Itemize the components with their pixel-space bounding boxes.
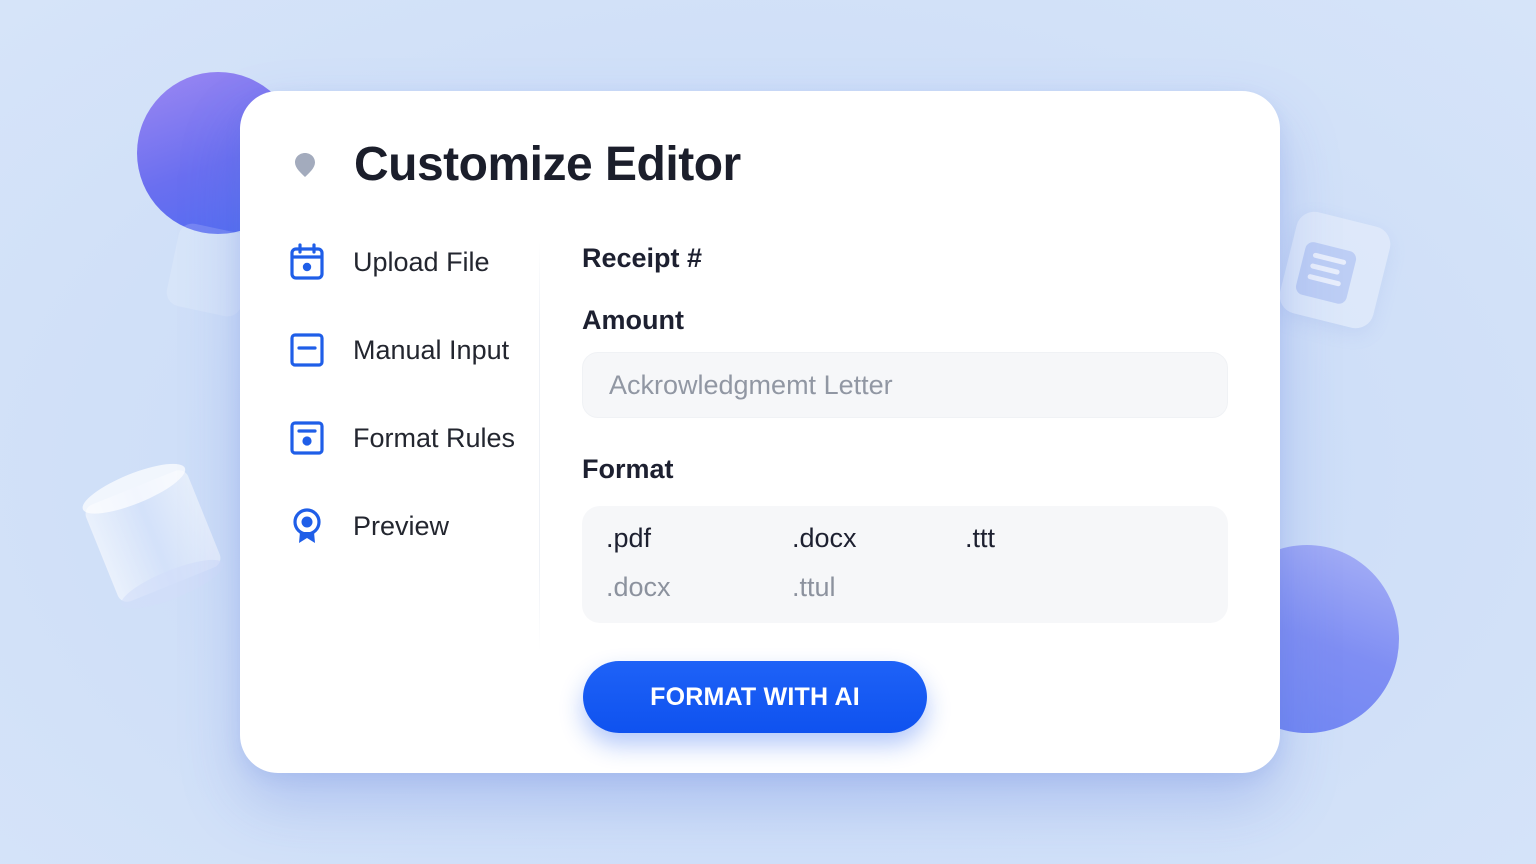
format-label: Format <box>582 454 674 484</box>
document-icon <box>288 419 326 457</box>
format-with-ai-button[interactable]: FORMAT WITH AI <box>583 661 927 733</box>
page-title: Customize Editor <box>354 138 741 191</box>
section-divider <box>539 241 540 651</box>
format-options-box: .pdf .docx .ttt .docx .ttul <box>582 506 1228 623</box>
calendar-icon <box>288 243 326 281</box>
sidebar-item-label: Format Rules <box>353 422 516 453</box>
sidebar-item-format-rules[interactable]: Format Rules <box>288 415 540 461</box>
format-option-ttul[interactable]: .ttul <box>792 572 836 603</box>
map-pin-icon <box>295 152 315 177</box>
sidebar-item-manual-input[interactable]: Manual Input <box>288 327 540 373</box>
format-option-docx-secondary[interactable]: .docx <box>606 572 671 603</box>
decorative-document-tile <box>1275 207 1395 333</box>
location-pin-icon <box>288 507 326 545</box>
receipt-label: Receipt # <box>582 243 703 273</box>
sidebar-item-preview[interactable]: Preview <box>288 503 540 549</box>
sidebar-item-label: Upload File <box>353 246 490 277</box>
amount-field[interactable]: Ackrowledgmemt Letter <box>582 352 1228 418</box>
format-option-pdf[interactable]: .pdf <box>606 523 651 554</box>
sidebar-item-upload-file[interactable]: Upload File <box>288 239 540 285</box>
sidebar-item-label: Manual Input <box>353 334 510 365</box>
format-option-docx[interactable]: .docx <box>792 523 857 554</box>
decorative-glass-cylinder <box>77 454 229 618</box>
sidebar: Upload File Manual Input Format Rules Pr… <box>288 239 540 591</box>
input-box-icon <box>288 331 326 369</box>
editor-card: Customize Editor Upload File Manual Inpu… <box>240 91 1280 773</box>
amount-label: Amount <box>582 305 684 335</box>
format-option-ttt[interactable]: .ttt <box>965 523 995 554</box>
card-header: Customize Editor <box>290 137 741 192</box>
sidebar-item-label: Preview <box>353 510 450 541</box>
